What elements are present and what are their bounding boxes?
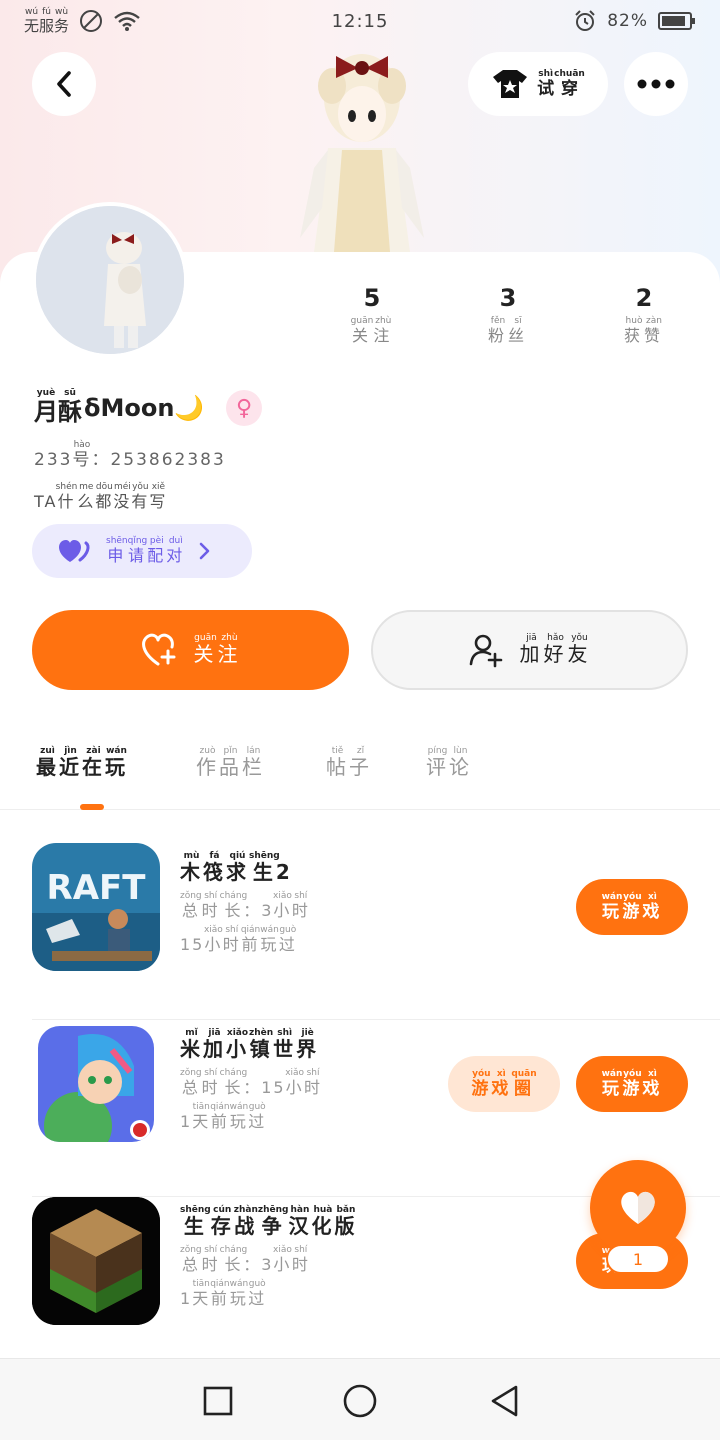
stat-following[interactable]: 5 关guān注zhù bbox=[317, 284, 427, 346]
back-nav-button[interactable] bbox=[484, 1381, 524, 1421]
game-last-played: 1天tiān前qián玩wán过guò bbox=[180, 1102, 267, 1131]
more-dots-icon bbox=[637, 79, 675, 89]
stat-likes[interactable]: 2 获huò赞zàn bbox=[589, 284, 699, 346]
miga-town-game-icon bbox=[38, 1026, 154, 1142]
game-circle-button[interactable]: 游yóu 戏xì 圈quān bbox=[448, 1056, 560, 1112]
fans-count: 3 bbox=[499, 284, 517, 312]
chevron-right-icon bbox=[200, 542, 210, 560]
likes-label: 获huò赞zàn bbox=[623, 316, 665, 345]
game-total-time: 总zǒng时shí长cháng：3小xiǎo时shí bbox=[180, 891, 310, 920]
game-title: 生shēng存cún战zhàn争zhēng汉hàn化huà版bǎn bbox=[180, 1205, 358, 1238]
triangle-back-icon bbox=[491, 1385, 518, 1417]
user-id[interactable]: 233号hào：253862383 bbox=[34, 440, 226, 470]
following-count: 5 bbox=[363, 284, 381, 312]
user-id-prefix: 233 bbox=[34, 450, 73, 470]
nickname-suffix: δMoon🌙 bbox=[84, 393, 205, 422]
user-plus-icon bbox=[469, 634, 502, 668]
user-id-char: 号hào bbox=[72, 440, 92, 470]
try-on-button[interactable]: 试shì穿chuān bbox=[468, 52, 608, 116]
signature-text: 什shén么me都dōu没méi有yǒu写xiě bbox=[55, 482, 168, 511]
game-total-time: 总zǒng时shí长cháng：3小xiǎo时shí bbox=[180, 1245, 310, 1274]
survivalcraft-game-icon bbox=[32, 1197, 160, 1325]
raft-logo-text: RAFT bbox=[47, 868, 147, 908]
signature: TA什shén么me都dōu没méi有yǒu写xiě bbox=[34, 482, 167, 512]
avatar-figure-image bbox=[36, 206, 184, 354]
user-id-value: ：253862383 bbox=[91, 450, 226, 470]
outfit-icon bbox=[493, 70, 528, 98]
game-last-played: 15小xiǎo时shí前qián玩wán过guò bbox=[180, 925, 297, 954]
floating-like-button[interactable] bbox=[590, 1160, 686, 1256]
signature-prefix: TA bbox=[34, 492, 58, 511]
active-tab-indicator bbox=[80, 804, 104, 810]
nickname: 月yuè酥sū δMoon🌙 bbox=[34, 388, 204, 427]
tab-recently-played[interactable]: 最zuì近jìn在zài玩wán bbox=[36, 746, 128, 780]
likes-count: 2 bbox=[635, 284, 653, 312]
apply-match-button[interactable]: 申shēn请qǐng配pèi对duì bbox=[32, 524, 252, 578]
add-friend-button[interactable]: 加jiā好hǎo友yǒu bbox=[371, 610, 688, 690]
home-button[interactable] bbox=[340, 1381, 380, 1421]
back-button[interactable] bbox=[32, 52, 96, 116]
system-nav-bar bbox=[0, 1358, 720, 1440]
stat-fans[interactable]: 3 粉fěn丝sī bbox=[453, 284, 563, 346]
chevron-left-icon bbox=[57, 71, 71, 97]
following-label: 关guān注zhù bbox=[350, 316, 394, 345]
heart-plus-icon bbox=[141, 633, 175, 666]
square-icon bbox=[203, 1386, 233, 1416]
game-title: 木mù筏fá求qiú生shēng2 bbox=[180, 851, 293, 884]
follow-label: 关guān注zhù bbox=[193, 633, 242, 666]
game-last-played: 1天tiān前qián玩wán过guò bbox=[180, 1279, 267, 1308]
tab-comments[interactable]: 评píng论lùn bbox=[426, 746, 472, 780]
fans-label: 粉fěn丝sī bbox=[487, 316, 529, 345]
female-symbol-icon: ♀ bbox=[226, 390, 262, 426]
try-on-label: 试shì穿chuān bbox=[537, 69, 585, 99]
circle-icon bbox=[343, 1384, 377, 1418]
like-count-badge[interactable]: 1 bbox=[606, 1244, 670, 1274]
tab-posts[interactable]: 帖tiě子zǐ bbox=[326, 746, 372, 780]
game-total-time: 总zǒng时shí长cháng：15小xiǎo时shí bbox=[180, 1068, 323, 1097]
recent-apps-button[interactable] bbox=[198, 1381, 238, 1421]
avatar-character-image bbox=[300, 54, 424, 252]
play-game-button[interactable]: 玩wán游yóu戏xì bbox=[576, 879, 688, 935]
add-friend-label: 加jiā好hǎo友yǒu bbox=[519, 633, 592, 666]
double-heart-icon bbox=[59, 540, 90, 562]
follow-button[interactable]: 关guān注zhù bbox=[32, 610, 349, 690]
raft-game-icon: RAFT bbox=[32, 843, 160, 971]
more-options-button[interactable] bbox=[624, 52, 688, 116]
heart-icon bbox=[621, 1191, 655, 1224]
status-bar: 无wú服fú务wù 12:15 82% bbox=[0, 0, 720, 42]
game-title: 米mǐ加jiā小xiǎo镇zhèn世shì界jiè bbox=[180, 1028, 320, 1061]
tab-works[interactable]: 作zuò品pǐn栏lán bbox=[196, 746, 265, 780]
clock: 12:15 bbox=[331, 10, 389, 32]
list-item[interactable]: RAFT 木mù筏fá求qiú生shēng2 总zǒng时shí长cháng：3… bbox=[0, 843, 720, 1020]
nickname-chinese: 月yuè酥sū bbox=[34, 388, 82, 426]
apply-match-label: 申shēn请qǐng配pèi对duì bbox=[106, 536, 186, 565]
play-game-button[interactable]: 玩wán游yóu戏xì bbox=[576, 1056, 688, 1112]
avatar[interactable] bbox=[32, 202, 188, 358]
profile-tabs: 最zuì近jìn在zài玩wán 作zuò品pǐn栏lán 帖tiě子zǐ 评p… bbox=[0, 740, 720, 810]
